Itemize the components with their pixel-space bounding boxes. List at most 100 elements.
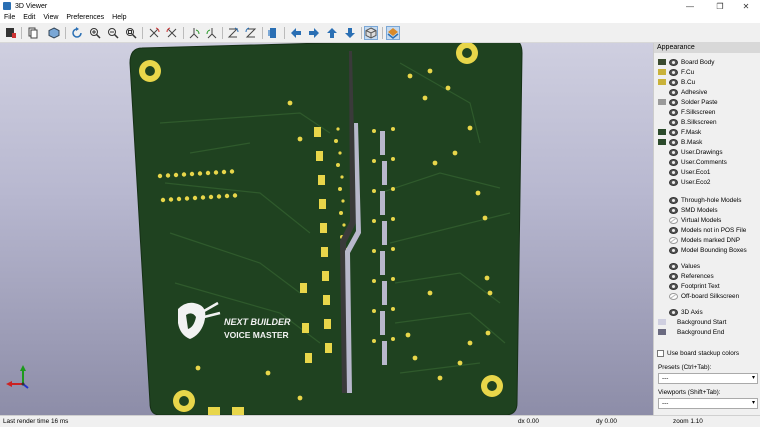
background-color-row[interactable]: Background Start (656, 317, 726, 327)
zoom-in-icon[interactable] (88, 26, 102, 40)
pan-down-icon[interactable] (343, 26, 357, 40)
smd-pad (300, 283, 307, 293)
visibility-eye-icon[interactable] (669, 196, 678, 204)
layer-row[interactable]: F.Silkscreen (656, 107, 715, 117)
visibility-eye-icon[interactable] (669, 158, 678, 166)
visibility-eye-icon[interactable] (669, 128, 678, 136)
layer-row[interactable]: User.Comments (656, 157, 727, 167)
layer-row[interactable]: 3D Axis (656, 307, 703, 317)
layer-row[interactable]: References (656, 271, 714, 281)
visibility-eye-icon[interactable] (669, 282, 678, 290)
menu-preferences[interactable]: Preferences (62, 14, 108, 21)
color-swatch[interactable] (658, 329, 666, 335)
pan-up-icon[interactable] (325, 26, 339, 40)
visibility-eye-icon[interactable] (669, 216, 678, 224)
layer-row[interactable]: Through-hole Models (656, 195, 741, 205)
layer-row[interactable]: B.Cu (656, 77, 695, 87)
background-color-row[interactable]: Background End (656, 327, 724, 337)
menu-help[interactable]: Help (108, 14, 130, 21)
layer-row[interactable]: User.Drawings (656, 147, 723, 157)
visibility-eye-icon[interactable] (669, 178, 678, 186)
visibility-eye-icon[interactable] (669, 98, 678, 106)
color-swatch[interactable] (658, 69, 666, 75)
layer-row[interactable]: B.Silkscreen (656, 117, 717, 127)
layer-row[interactable]: Board Body (656, 57, 714, 67)
menu-view[interactable]: View (39, 14, 62, 21)
layer-row[interactable]: Models marked DNP (656, 235, 740, 245)
layer-row[interactable]: SMD Models (656, 205, 718, 215)
show-layers-toggle-icon[interactable] (386, 26, 400, 40)
rotate-z-ccw-icon[interactable] (244, 26, 258, 40)
stackup-colors-checkbox[interactable] (657, 350, 664, 357)
color-swatch[interactable] (658, 159, 666, 165)
render-options-icon[interactable] (47, 26, 61, 40)
pan-right-icon[interactable] (307, 26, 321, 40)
visibility-eye-icon[interactable] (669, 236, 678, 244)
close-button[interactable]: ✕ (732, 0, 760, 12)
layer-row[interactable]: F.Mask (656, 127, 701, 137)
color-swatch[interactable] (658, 79, 666, 85)
visibility-eye-icon[interactable] (669, 58, 678, 66)
3d-viewport[interactable]: NEXT BUILDER VOICE MASTER (0, 43, 653, 415)
color-swatch[interactable] (658, 149, 666, 155)
layer-row[interactable]: Footprint Text (656, 281, 720, 291)
menu-file[interactable]: File (0, 14, 19, 21)
color-swatch[interactable] (658, 319, 666, 325)
visibility-eye-icon[interactable] (669, 68, 678, 76)
color-swatch[interactable] (658, 139, 666, 145)
rotate-y-ccw-icon[interactable] (205, 26, 219, 40)
visibility-eye-icon[interactable] (669, 272, 678, 280)
appearance-panel: Appearance Board Body F.Cu B.Cu Adhesive Sol… (653, 43, 760, 415)
rotate-y-cw-icon[interactable] (187, 26, 201, 40)
layer-row[interactable]: User.Eco1 (656, 167, 710, 177)
visibility-eye-icon[interactable] (669, 308, 678, 316)
rotate-z-cw-icon[interactable] (226, 26, 240, 40)
color-swatch[interactable] (658, 129, 666, 135)
zoom-out-icon[interactable] (106, 26, 120, 40)
menu-edit[interactable]: Edit (19, 14, 39, 21)
color-swatch[interactable] (658, 89, 666, 95)
layer-row[interactable]: Adhesive (656, 87, 707, 97)
visibility-eye-icon[interactable] (669, 78, 678, 86)
layer-row[interactable]: Model Bounding Boxes (656, 245, 747, 255)
visibility-eye-icon[interactable] (669, 108, 678, 116)
layer-row[interactable]: Models not in POS File (656, 225, 746, 235)
color-swatch[interactable] (658, 179, 666, 185)
color-swatch[interactable] (658, 59, 666, 65)
layer-row[interactable]: Virtual Models (656, 215, 721, 225)
visibility-eye-icon[interactable] (669, 262, 678, 270)
visibility-eye-icon[interactable] (669, 118, 678, 126)
layer-row[interactable]: User.Eco2 (656, 177, 710, 187)
render-raytrace-icon[interactable] (4, 26, 18, 40)
layer-row[interactable]: Solder Paste (656, 97, 718, 107)
layer-row[interactable]: B.Mask (656, 137, 702, 147)
zoom-fit-icon[interactable] (124, 26, 138, 40)
rotate-x-ccw-icon[interactable] (165, 26, 179, 40)
visibility-eye-icon[interactable] (669, 292, 678, 300)
minimize-button[interactable]: — (676, 0, 704, 12)
visibility-eye-icon[interactable] (669, 246, 678, 254)
orthographic-toggle-icon[interactable] (364, 26, 378, 40)
rotate-x-cw-icon[interactable] (147, 26, 161, 40)
flip-board-icon[interactable] (266, 26, 280, 40)
reload-icon[interactable] (70, 26, 84, 40)
visibility-eye-icon[interactable] (669, 168, 678, 176)
color-swatch[interactable] (658, 109, 666, 115)
viewports-select[interactable]: --- ▾ (658, 398, 758, 409)
visibility-eye-icon[interactable] (669, 206, 678, 214)
layer-row[interactable]: Values (656, 261, 700, 271)
maximize-button[interactable]: ❐ (706, 0, 734, 12)
color-swatch[interactable] (658, 99, 666, 105)
presets-select[interactable]: --- ▾ (658, 373, 758, 384)
layer-row[interactable]: Off-board Silkscreen (656, 291, 739, 301)
visibility-eye-icon[interactable] (669, 138, 678, 146)
color-swatch[interactable] (658, 119, 666, 125)
copy-image-icon[interactable] (26, 26, 40, 40)
visibility-eye-icon[interactable] (669, 88, 678, 96)
pan-left-icon[interactable] (289, 26, 303, 40)
layer-row[interactable]: F.Cu (656, 67, 694, 77)
color-swatch[interactable] (658, 169, 666, 175)
visibility-eye-icon[interactable] (669, 148, 678, 156)
visibility-eye-icon[interactable] (669, 226, 678, 234)
via (422, 95, 428, 101)
